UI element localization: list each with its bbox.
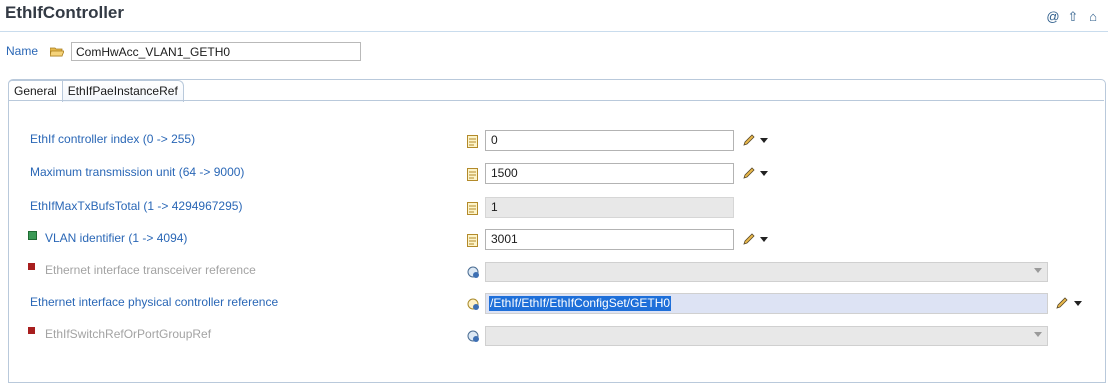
name-row: Name ComHwAcc_VLAN1_GETH0	[6, 40, 361, 62]
required-marker-icon	[28, 263, 35, 270]
vlan-identifier-input[interactable]: 3001	[485, 229, 734, 250]
physical-controller-ref-label: Ethernet interface physical controller r…	[30, 295, 279, 309]
pencil-icon[interactable]	[1055, 296, 1069, 310]
reference-icon	[467, 298, 479, 310]
pencil-icon[interactable]	[742, 232, 756, 246]
value-doc-icon	[467, 135, 478, 148]
combo-arrow-icon	[1034, 268, 1042, 273]
selected-reference-text[interactable]: /EthIf/EthIf/EthIfConfigSet/GETH0	[489, 296, 672, 311]
tab-bar: General EthIfPaeInstanceRef	[8, 80, 184, 102]
reference-icon	[467, 330, 479, 342]
combo-arrow-icon	[1034, 332, 1042, 337]
value-doc-icon	[467, 168, 478, 181]
at-sign-icon[interactable]: @	[1046, 9, 1060, 25]
mtu-input[interactable]: 1500	[485, 163, 734, 184]
dropdown-arrow-icon[interactable]	[760, 138, 768, 143]
dropdown-arrow-icon[interactable]	[760, 171, 768, 176]
row-vlan-identifier: VLAN identifier (1 -> 4094) 3001	[0, 229, 1108, 251]
controller-index-label: EthIf controller index (0 -> 255)	[30, 132, 196, 146]
arrow-up-icon[interactable]: ⇧	[1066, 9, 1080, 25]
tab-divider	[8, 100, 1104, 101]
reference-icon	[467, 266, 479, 278]
required-marker-icon	[28, 327, 35, 334]
controller-index-input[interactable]: 0	[485, 130, 734, 151]
max-tx-bufs-input: 1	[485, 197, 734, 218]
row-transceiver-ref: Ethernet interface transceiver reference	[0, 261, 1108, 283]
home-icon[interactable]: ⌂	[1086, 9, 1100, 25]
pencil-icon[interactable]	[742, 166, 756, 180]
mtu-label: Maximum transmission unit (64 -> 9000)	[30, 165, 245, 179]
dropdown-arrow-icon[interactable]	[1074, 301, 1082, 306]
value-doc-icon	[467, 234, 478, 247]
dropdown-arrow-icon[interactable]	[760, 237, 768, 242]
editor-header: EthIfController @ ⇧ ⌂	[0, 0, 1108, 32]
max-tx-bufs-label: EthIfMaxTxBufsTotal (1 -> 4294967295)	[30, 199, 243, 213]
row-physical-controller-ref: Ethernet interface physical controller r…	[0, 293, 1108, 315]
switch-ref-label: EthIfSwitchRefOrPortGroupRef	[45, 327, 212, 341]
row-max-tx-bufs: EthIfMaxTxBufsTotal (1 -> 4294967295) 1	[0, 197, 1108, 219]
physical-controller-ref-field[interactable]: /EthIf/EthIf/EthIfConfigSet/GETH0	[485, 293, 1048, 314]
transceiver-ref-label: Ethernet interface transceiver reference	[45, 263, 256, 277]
row-mtu: Maximum transmission unit (64 -> 9000) 1…	[0, 163, 1108, 185]
pencil-icon[interactable]	[742, 133, 756, 147]
switch-ref-combo	[485, 326, 1048, 346]
tab-general[interactable]: General	[8, 80, 63, 102]
page-title: EthIfController	[5, 3, 124, 22]
header-toolbar: @ ⇧ ⌂	[1046, 9, 1100, 25]
value-doc-icon	[467, 202, 478, 215]
status-green-icon	[28, 231, 37, 240]
vlan-identifier-label: VLAN identifier (1 -> 4094)	[45, 231, 188, 245]
tab-ethif-pae-instance-ref[interactable]: EthIfPaeInstanceRef	[62, 80, 184, 102]
transceiver-ref-combo	[485, 262, 1048, 282]
folder-icon	[50, 47, 64, 56]
name-input[interactable]: ComHwAcc_VLAN1_GETH0	[71, 41, 361, 61]
name-label: Name	[6, 44, 39, 58]
row-switch-ref: EthIfSwitchRefOrPortGroupRef	[0, 325, 1108, 347]
row-controller-index: EthIf controller index (0 -> 255) 0	[0, 130, 1108, 152]
